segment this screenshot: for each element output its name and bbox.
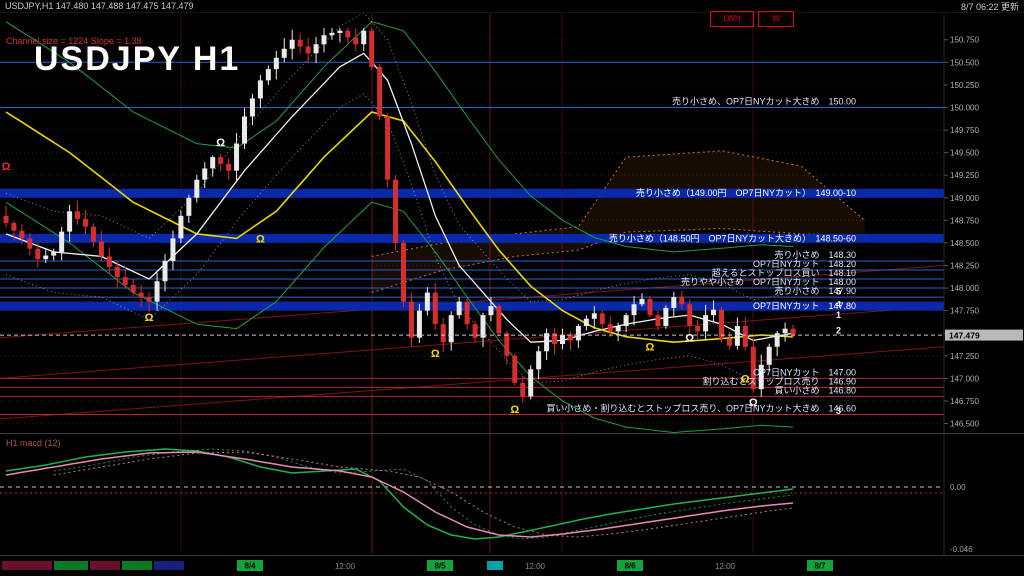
svg-text:12:00: 12:00 (525, 562, 546, 571)
svg-text:149.000: 149.000 (950, 194, 979, 203)
price-axis: 150.750 150.500 150.250 150.000 149.750 149.5… (944, 14, 1023, 555)
svg-text:150.250: 150.250 (950, 81, 979, 90)
svg-text:Ω: Ω (256, 233, 265, 245)
svg-text:12:00: 12:00 (335, 562, 356, 571)
svg-text:150.500: 150.500 (950, 58, 979, 67)
svg-text:146.500: 146.500 (950, 419, 979, 428)
svg-text:Ω: Ω (145, 312, 154, 324)
svg-text:147.250: 147.250 (950, 352, 979, 361)
svg-text:Ω: Ω (685, 333, 694, 345)
trading-chart-window: ΩΩΩΩΩΩΩΩΩΩ売り小さめ、OP7日NYカット大きめ 150.00売り小さめ… (0, 0, 1024, 576)
svg-text:買い小さめ 146.80: 買い小さめ 146.80 (774, 385, 856, 395)
update-time: 8/7 06:22 更新 (961, 0, 1019, 13)
svg-text:3: 3 (836, 406, 841, 416)
lwh-marker-box[interactable]: LWH (710, 11, 754, 27)
svg-text:149.250: 149.250 (950, 171, 979, 180)
svg-text:-0.046: -0.046 (950, 545, 973, 554)
svg-text:8/5: 8/5 (434, 562, 446, 571)
svg-text:Ω: Ω (216, 137, 225, 149)
macd-panel: 0.00 -0.046 (0, 434, 1024, 556)
symbol-quote: USDJPY,H1 147.480 147.488 147.475 147.47… (5, 1, 194, 11)
svg-text:4: 4 (836, 299, 841, 309)
w-marker-box[interactable]: W (758, 11, 794, 27)
svg-text:売り小さめ、OP7日NYカット大きめ 150.00: 売り小さめ、OP7日NYカット大きめ 150.00 (672, 95, 856, 106)
chart-canvas[interactable]: ΩΩΩΩΩΩΩΩΩΩ売り小さめ、OP7日NYカット大きめ 150.00売り小さめ… (0, 0, 1024, 576)
svg-text:149.750: 149.750 (950, 126, 979, 135)
svg-text:146.750: 146.750 (950, 397, 979, 406)
svg-text:150.000: 150.000 (950, 103, 979, 112)
svg-text:1: 1 (836, 310, 841, 320)
svg-text:5: 5 (836, 287, 841, 297)
annotations-layer: 売り小さめ、OP7日NYカット大きめ 150.00売り小さめ 148.30OP7… (546, 95, 856, 415)
svg-text:148.000: 148.000 (950, 284, 979, 293)
svg-text:Ω: Ω (646, 342, 655, 354)
header-bar: USDJPY,H1 147.480 147.488 147.475 147.47… (0, 0, 1024, 13)
channel-info-label: Channel size = 1224 Slope = 1.38 (6, 36, 142, 46)
macd-indicator-label: H1 macd (12) (6, 438, 61, 448)
svg-text:2: 2 (836, 325, 841, 335)
svg-text:148.750: 148.750 (950, 216, 979, 225)
svg-text:149.500: 149.500 (950, 149, 979, 158)
svg-text:12:00: 12:00 (715, 562, 736, 571)
svg-text:8/7: 8/7 (814, 562, 826, 571)
svg-text:売り小さめ 147.90: 売り小さめ 147.90 (774, 285, 856, 296)
svg-text:148.500: 148.500 (950, 239, 979, 248)
svg-text:150.750: 150.750 (950, 36, 979, 45)
svg-text:148.250: 148.250 (950, 261, 979, 270)
svg-text:Ω: Ω (2, 161, 11, 173)
svg-text:147.479: 147.479 (949, 331, 980, 341)
svg-text:8/6: 8/6 (624, 562, 636, 571)
svg-text:8/4: 8/4 (244, 562, 256, 571)
svg-text:買い小さめ・割り込むとストップロス売り、OP7日NYカット大: 買い小さめ・割り込むとストップロス売り、OP7日NYカット大きめ 146.60 (546, 402, 856, 413)
svg-text:147.000: 147.000 (950, 374, 979, 383)
svg-text:147.750: 147.750 (950, 307, 979, 316)
svg-text:0.00: 0.00 (950, 483, 966, 492)
time-axis: 12:00 12:00 12:00 8/4 8/5 8/6 8/7 (2, 560, 833, 571)
svg-text:Ω: Ω (510, 404, 519, 416)
svg-text:Ω: Ω (431, 348, 440, 360)
svg-text:売り小さめ（148.50円 OP7日NYカット大きめ） 14: 売り小さめ（148.50円 OP7日NYカット大きめ） 148.50-60 (609, 232, 856, 243)
svg-text:売り小さめ（149.00円 OP7日NYカット） 149.0: 売り小さめ（149.00円 OP7日NYカット） 149.00-10 (636, 187, 856, 198)
